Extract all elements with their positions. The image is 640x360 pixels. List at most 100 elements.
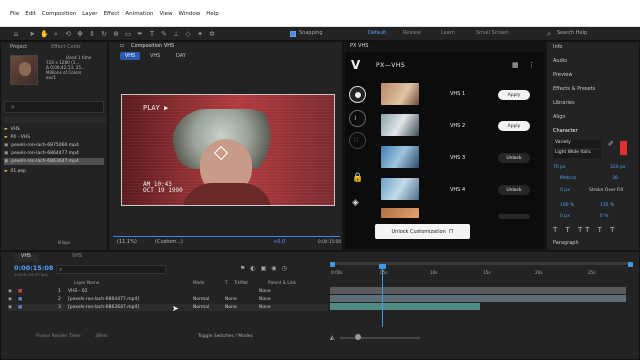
menu-edit[interactable]: Edit — [25, 11, 36, 17]
workspace-small-screen[interactable]: Small Screen — [476, 30, 509, 36]
layer-parent[interactable]: None — [259, 289, 299, 294]
selection-tool-icon[interactable]: ➤ — [28, 30, 36, 38]
vhs-3-unlock-button[interactable]: Unlock — [498, 153, 530, 163]
list-item[interactable]: ▰ 01.aep — [4, 168, 104, 175]
list-item[interactable]: ▰ PX - VHS — [4, 134, 104, 141]
comp-timecode[interactable]: 0;00:15:08 — [318, 239, 341, 244]
lock-icon[interactable]: 🔒 — [352, 173, 363, 183]
pan-tool-icon[interactable]: ✥ — [76, 30, 84, 38]
plugin-nav-dots-icon[interactable]: ∷ — [349, 132, 366, 149]
layer-mode[interactable]: Normal — [193, 305, 225, 310]
timeline-timecode[interactable]: 0:00:15:08 — [14, 264, 53, 272]
vhs-2-apply-button[interactable]: Apply — [498, 121, 530, 131]
list-item[interactable]: ▣ pexels-ron-lach-6875060.mp4 — [4, 142, 104, 149]
menu-composition[interactable]: Composition — [42, 11, 76, 17]
unlock-customization-button[interactable]: Unlock Customization ⊓ — [375, 224, 470, 239]
crumb-vhs-active[interactable]: VHS — [120, 52, 140, 60]
playhead-handle[interactable] — [379, 264, 386, 269]
vhs-5-thumbnail[interactable] — [381, 208, 419, 218]
vhs-4-thumbnail[interactable] — [381, 178, 419, 200]
work-area-start-handle[interactable] — [330, 262, 335, 267]
toggle-switches-modes[interactable]: Toggle Switches / Modes — [198, 334, 253, 339]
work-area-bar[interactable] — [330, 262, 632, 265]
timeline-zoom-handle[interactable] — [355, 334, 361, 340]
stamp-tool-icon[interactable]: ⊥ — [172, 30, 180, 38]
timeline-zoom-slider[interactable] — [340, 337, 420, 339]
home-icon[interactable]: ⌂ — [12, 30, 20, 38]
kerning-value[interactable]: Metrics — [560, 176, 576, 181]
tracking-value[interactable]: 30 — [612, 176, 618, 181]
hand-tool-icon[interactable]: ✋ — [40, 30, 49, 38]
panel-paragraph[interactable]: Paragraph — [553, 240, 579, 250]
vhs-1-thumbnail[interactable] — [381, 83, 419, 105]
stroke-width-value[interactable]: 0 px — [560, 188, 570, 193]
menu-layer[interactable]: Layer — [82, 11, 97, 17]
puppet-tool-icon[interactable]: ✲ — [208, 30, 216, 38]
table-row-selected[interactable]: ◉ ■ 3 [pexels-ron-lach-6863647.mp4] Norm… — [8, 304, 328, 311]
layer-trkmat[interactable]: None — [225, 305, 259, 310]
tsume-value[interactable]: 0 % — [600, 214, 609, 219]
leading-value[interactable]: 320 px — [610, 165, 626, 170]
list-item[interactable]: ▣ pexels-ron-lach-6864477.mp4 — [4, 150, 104, 157]
vhs-1-apply-button[interactable]: Apply — [498, 90, 530, 100]
menu-file[interactable]: File — [10, 11, 19, 17]
tab-px-vhs[interactable]: PX VHS — [350, 43, 368, 49]
zoom-tool-icon[interactable]: ⌕ — [52, 30, 60, 38]
vhs-4-unlock-button[interactable]: Unlock — [498, 185, 530, 195]
panel-align[interactable]: Align — [553, 114, 566, 124]
panel-preview[interactable]: Preview — [553, 72, 572, 82]
font-size-value[interactable]: 70 px — [553, 165, 566, 170]
bpc-indicator[interactable]: 8 bpc — [58, 241, 70, 246]
tab-timeline-vhs-2[interactable]: VHS — [72, 254, 82, 259]
horizontal-scale-value[interactable]: 135 % — [600, 203, 614, 208]
orbit-tool-icon[interactable]: ⟲ — [64, 30, 72, 38]
anchor-tool-icon[interactable]: ⊕ — [112, 30, 120, 38]
layer-trkmat[interactable]: None — [225, 297, 259, 302]
text-style-buttons[interactable]: T T TT T T — [553, 226, 617, 234]
mask-tool-icon[interactable]: ▭ — [124, 30, 132, 38]
resolution-select[interactable]: (Custom...) — [155, 239, 183, 245]
visibility-eye-icon[interactable]: ◉ — [8, 297, 18, 302]
visibility-eye-icon[interactable]: ◉ — [8, 305, 18, 310]
pen-tool-icon[interactable]: ✒ — [136, 30, 144, 38]
track-bar-layer-2[interactable] — [330, 295, 626, 302]
vhs-2-thumbnail[interactable] — [381, 114, 419, 136]
menu-animation[interactable]: Animation — [125, 11, 153, 17]
project-search-input[interactable]: ⌕ — [4, 101, 104, 113]
panel-libraries[interactable]: Libraries — [553, 100, 575, 110]
fill-color-swatch[interactable] — [620, 141, 627, 155]
exposure-value[interactable]: +0.0 — [273, 239, 285, 245]
label-color-icon[interactable]: ■ — [18, 289, 58, 294]
font-family-select[interactable]: Variety — [553, 140, 601, 148]
menu-window[interactable]: Window — [179, 11, 201, 17]
menu-help[interactable]: Help — [206, 11, 219, 17]
plugin-nav-circle[interactable] — [349, 86, 366, 103]
baseline-shift-value[interactable]: 0 px — [560, 214, 570, 219]
lock-icon[interactable]: ▫ — [120, 42, 126, 49]
vhs-5-unlock-button[interactable] — [498, 214, 530, 219]
visibility-eye-icon[interactable]: ◉ — [8, 289, 18, 294]
vhs-3-thumbnail[interactable] — [381, 146, 419, 168]
panel-character[interactable]: Character — [553, 128, 578, 138]
label-color-icon[interactable]: ■ — [18, 305, 58, 310]
menu-view[interactable]: View — [159, 11, 172, 17]
workspace-default[interactable]: Default — [368, 30, 386, 36]
layer-mode[interactable]: Normal — [193, 297, 225, 302]
layer-parent[interactable]: None — [259, 297, 299, 302]
grid-view-icon[interactable]: ▦ — [512, 61, 519, 69]
timeline-search-input[interactable]: ⌕ — [56, 265, 166, 274]
track-bar-layer-1[interactable] — [330, 287, 626, 294]
table-row[interactable]: ◉ ■ 2 [pexels-ron-lach-6864477.mp4] Norm… — [8, 296, 328, 303]
vertical-scale-value[interactable]: 100 % — [560, 203, 574, 208]
search-icon[interactable]: ⌕ — [547, 30, 555, 38]
font-style-select[interactable]: Light Wide Italic — [553, 150, 601, 158]
tab-effect-controls[interactable]: Effect Contr — [51, 44, 81, 50]
menu-dots-icon[interactable]: ⋮ — [528, 61, 535, 69]
panel-effects-presets[interactable]: Effects & Presets — [553, 86, 595, 96]
brush-tool-icon[interactable]: ✎ — [160, 30, 168, 38]
panel-audio[interactable]: Audio — [553, 58, 567, 68]
crumb-day[interactable]: DAY — [176, 53, 186, 59]
tab-composition[interactable]: Composition VHS — [131, 43, 174, 49]
tab-timeline-vhs[interactable]: VHS — [14, 254, 38, 262]
work-area-end-handle[interactable] — [628, 262, 633, 267]
